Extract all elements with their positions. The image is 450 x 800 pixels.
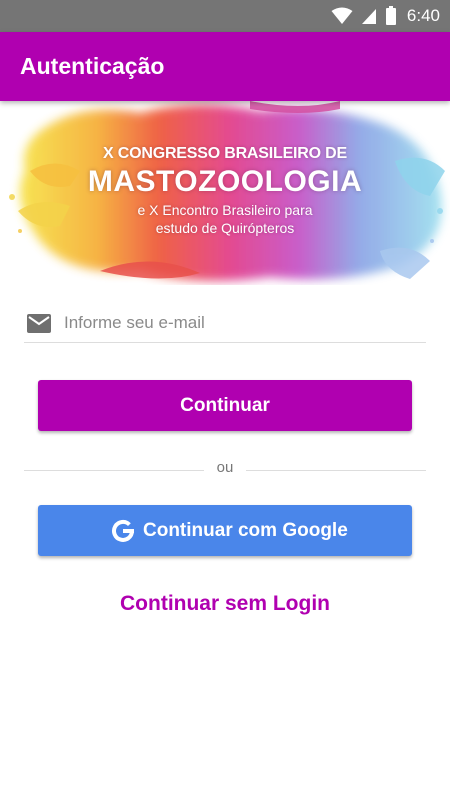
google-g-icon	[112, 519, 134, 542]
banner-text: X CONGRESSO BRASILEIRO DE MASTOZOOLOGIA …	[0, 101, 450, 285]
banner-subtitle-line2: estudo de Quirópteros	[155, 220, 295, 236]
banner-heading-main: MASTOZOOLOGIA	[87, 165, 363, 198]
event-banner: X CONGRESSO BRASILEIRO DE MASTOZOOLOGIA …	[0, 101, 450, 285]
battery-icon	[385, 6, 396, 25]
divider-label: ou	[216, 459, 234, 476]
status-time: 6:40	[406, 6, 440, 25]
email-field-row	[24, 304, 426, 343]
status-bar: 6:40	[0, 0, 450, 32]
banner-heading-line1: X CONGRESSO BRASILEIRO DE	[103, 145, 347, 162]
banner-subtitle-line1: e X Encontro Brasileiro para	[137, 202, 313, 218]
app-bar: Autenticação	[0, 32, 450, 101]
mail-icon	[27, 314, 51, 333]
page-title: Autenticação	[20, 53, 165, 79]
continue-without-login-link[interactable]: Continuar sem Login	[0, 592, 450, 616]
google-login-label: Continuar com Google	[143, 520, 348, 541]
signal-icon	[361, 9, 376, 24]
status-icons: 6:40	[331, 0, 440, 32]
email-field[interactable]	[64, 308, 424, 338]
continue-button[interactable]: Continuar	[38, 380, 412, 431]
wifi-icon	[331, 7, 353, 24]
divider-left	[24, 470, 204, 471]
google-login-button[interactable]: Continuar com Google	[38, 505, 412, 556]
divider-right	[246, 470, 426, 471]
